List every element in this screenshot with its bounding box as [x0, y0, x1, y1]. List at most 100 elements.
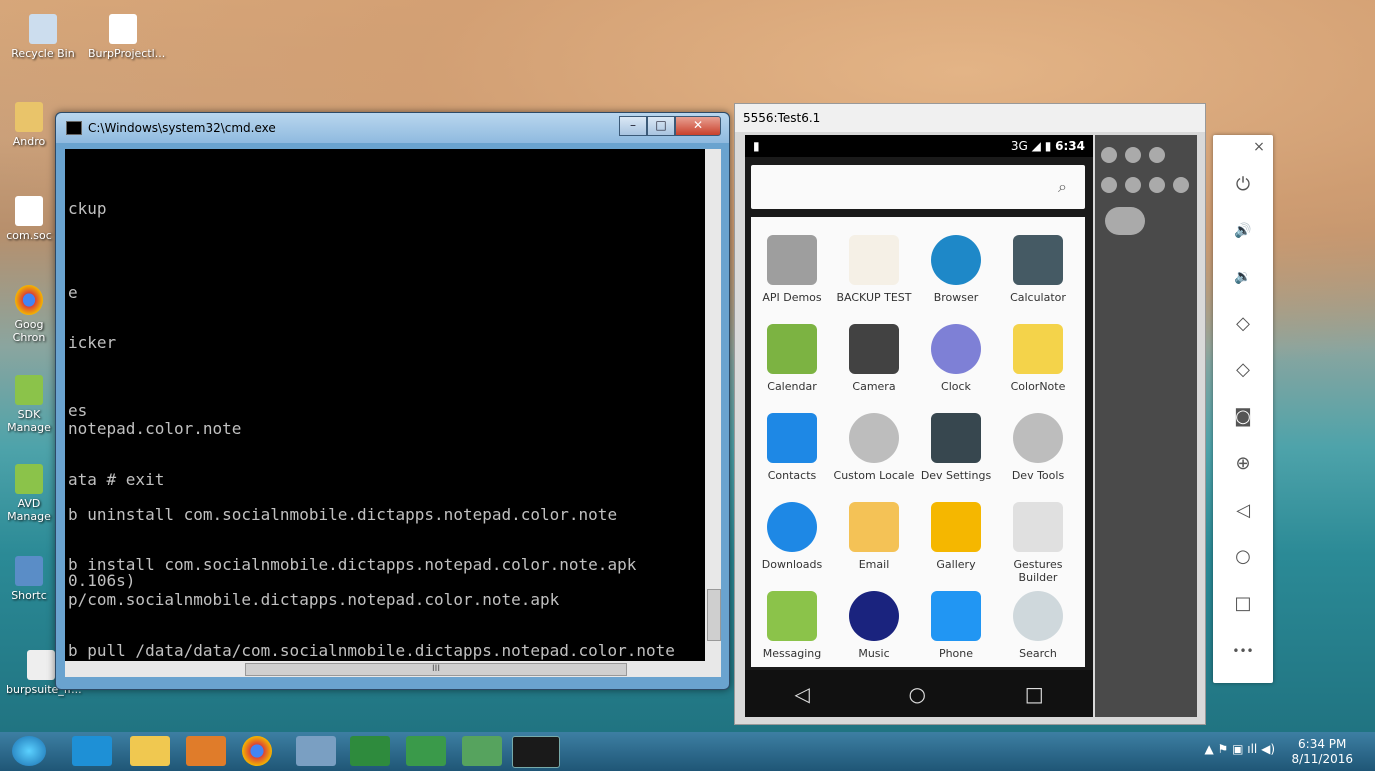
app-search[interactable]: Search — [997, 591, 1079, 660]
hw-button[interactable] — [1125, 147, 1141, 163]
signal-label: 3G — [1010, 139, 1028, 153]
app-dev-tools[interactable]: Dev Tools — [997, 413, 1079, 482]
app-calendar[interactable]: Calendar — [751, 324, 833, 393]
console-output[interactable]: ckup e icker es notepad.color.note ata #… — [65, 149, 705, 661]
more-icon[interactable]: ••• — [1229, 637, 1257, 665]
hw-button[interactable] — [1149, 177, 1165, 193]
app-custom-locale[interactable]: Custom Locale — [833, 413, 915, 482]
home-icon[interactable]: ○ — [1229, 543, 1257, 571]
nav-recents-button[interactable]: □ — [1025, 682, 1044, 706]
toolbar-close-button[interactable]: × — [1249, 137, 1269, 157]
dpad[interactable] — [1105, 207, 1145, 235]
android-monitor-icon[interactable] — [462, 736, 502, 766]
rotate-left-icon[interactable]: ◇ — [1229, 310, 1257, 338]
back-icon[interactable]: ◁ — [1229, 497, 1257, 525]
app-gallery[interactable]: Gallery — [915, 502, 997, 571]
cmd-window[interactable]: C:\Windows\system32\cmd.exe – □ ✕ ckup e… — [55, 112, 730, 690]
vertical-scrollbar[interactable] — [705, 149, 721, 661]
app-api-demos[interactable]: API Demos — [751, 235, 833, 304]
app-messaging[interactable]: Messaging — [751, 591, 833, 660]
app-clock[interactable]: Clock — [915, 324, 997, 393]
app-drawer[interactable]: API Demos BACKUP TEST Browser Calculator… — [751, 217, 1085, 667]
file-icon — [109, 14, 137, 44]
app-icon — [849, 591, 899, 641]
hw-button[interactable] — [1125, 177, 1141, 193]
volume-down-icon[interactable]: 🔉 — [1229, 263, 1257, 291]
app-backup-test[interactable]: BACKUP TEST — [833, 235, 915, 304]
chrome-icon[interactable] — [242, 736, 272, 766]
app-dev-settings[interactable]: Dev Settings — [915, 413, 997, 482]
scroll-thumb[interactable] — [707, 589, 721, 641]
scroll-thumb[interactable]: III — [245, 663, 627, 676]
android-icon — [15, 464, 43, 494]
console-line: b install com.socialnmobile.dictapps.not… — [68, 555, 637, 574]
nav-home-button[interactable]: ○ — [909, 682, 926, 706]
download-icon[interactable] — [406, 736, 446, 766]
maximize-button[interactable]: □ — [647, 116, 675, 136]
hw-button[interactable] — [1101, 177, 1117, 193]
system-tray[interactable]: ▲ ⚑ ▣ ıll ◀) — [1205, 742, 1276, 756]
app-icon — [931, 502, 981, 552]
android-nav-bar: ◁ ○ □ — [745, 670, 1093, 717]
notepad-icon[interactable] — [296, 736, 336, 766]
folder-icon — [15, 102, 43, 132]
app-colornote[interactable]: ColorNote — [997, 324, 1079, 393]
app-calculator[interactable]: Calculator — [997, 235, 1079, 304]
rotate-right-icon[interactable]: ◇ — [1229, 356, 1257, 384]
app-camera[interactable]: Camera — [833, 324, 915, 393]
hardware-controls-panel — [1095, 135, 1197, 717]
app-gestures-builder[interactable]: Gestures Builder — [997, 502, 1079, 584]
app-icon — [931, 235, 981, 285]
cmd-taskbar-icon[interactable] — [512, 736, 560, 768]
app-icon — [767, 502, 817, 552]
app-browser[interactable]: Browser — [915, 235, 997, 304]
desktop-icon-chrome[interactable]: Goog Chron — [4, 285, 54, 344]
desktop-icon-com-soc[interactable]: com.soc — [4, 196, 54, 242]
horizontal-scrollbar[interactable]: III — [65, 661, 721, 677]
start-button[interactable] — [12, 736, 46, 766]
console-line: ckup — [68, 199, 107, 218]
app-phone[interactable]: Phone — [915, 591, 997, 660]
android-icon — [15, 375, 43, 405]
minimize-button[interactable]: – — [619, 116, 647, 136]
power-icon[interactable]: ⏻ — [1229, 171, 1257, 199]
desktop-icon-shortcut[interactable]: Shortc — [4, 556, 54, 602]
app-icon — [931, 591, 981, 641]
desktop-icon-android[interactable]: Andro — [4, 102, 54, 148]
phone-screen[interactable]: ▮ 3G ◢ ▮ 6:34 ⌕ API Demos BACKUP TEST Br… — [745, 135, 1093, 717]
desktop-icon-avd-manager[interactable]: AVD Manage — [4, 464, 54, 523]
app-contacts[interactable]: Contacts — [751, 413, 833, 482]
media-player-icon[interactable] — [186, 736, 226, 766]
emulator-window[interactable]: 5556:Test6.1 ▮ 3G ◢ ▮ 6:34 ⌕ API Demos B… — [734, 103, 1206, 725]
overview-icon[interactable]: □ — [1229, 590, 1257, 618]
close-button[interactable]: ✕ — [675, 116, 721, 136]
volume-up-icon[interactable]: 🔊 — [1229, 217, 1257, 245]
app-email[interactable]: Email — [833, 502, 915, 571]
hw-button[interactable] — [1149, 147, 1165, 163]
status-bar: ▮ 3G ◢ ▮ 6:34 — [745, 135, 1093, 157]
file-explorer-icon[interactable] — [130, 736, 170, 766]
search-icon: ⌕ — [1058, 177, 1067, 196]
cmd-titlebar[interactable]: C:\Windows\system32\cmd.exe – □ ✕ — [56, 113, 729, 143]
hw-button[interactable] — [1173, 177, 1189, 193]
desktop-icon-recycle-bin[interactable]: Recycle Bin — [8, 14, 78, 60]
camtasia-icon[interactable] — [350, 736, 390, 766]
clock-time: 6:34 PM — [1298, 737, 1347, 751]
zoom-icon[interactable]: ⊕ — [1229, 450, 1257, 478]
app-music[interactable]: Music — [833, 591, 915, 660]
console-line: notepad.color.note — [68, 419, 242, 438]
app-icon — [1013, 502, 1063, 552]
camera-icon[interactable]: ◙ — [1229, 403, 1257, 431]
sd-card-icon: ▮ — [753, 139, 760, 153]
taskbar: ▲ ⚑ ▣ ıll ◀) 6:34 PM 8/11/2016 — [0, 732, 1375, 771]
app-search-box[interactable]: ⌕ — [751, 165, 1085, 209]
app-downloads[interactable]: Downloads — [751, 502, 833, 571]
emulator-title: 5556:Test6.1 — [735, 104, 1205, 132]
taskbar-clock[interactable]: 6:34 PM 8/11/2016 — [1291, 737, 1353, 767]
desktop-icon-sdk-manager[interactable]: SDK Manage — [4, 375, 54, 434]
desktop-icon-burpproject[interactable]: BurpProjectl... — [88, 14, 165, 60]
nav-back-button[interactable]: ◁ — [794, 682, 809, 706]
hw-button[interactable] — [1101, 147, 1117, 163]
window-controls: – □ ✕ — [619, 116, 721, 136]
internet-explorer-icon[interactable] — [72, 736, 112, 766]
